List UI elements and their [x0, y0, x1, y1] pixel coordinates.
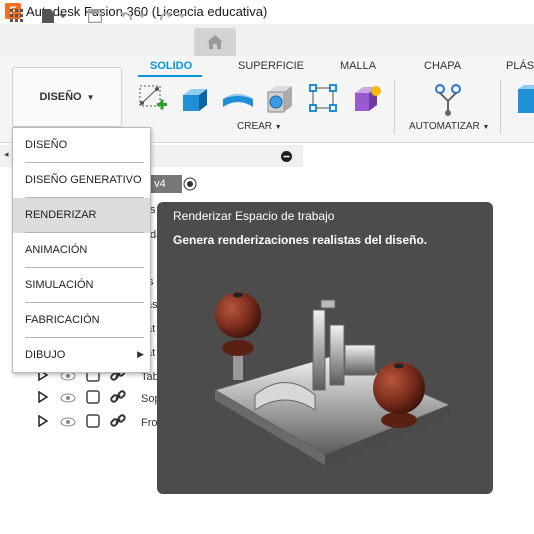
expand-arrow-icon[interactable] [38, 390, 49, 408]
chevron-down-icon: ▼ [482, 124, 490, 131]
tooltip-title: Renderizar Espacio de trabajo [173, 209, 335, 223]
browser-row[interactable]: Fro [0, 410, 160, 436]
minimize-icon[interactable] [281, 151, 292, 162]
save-icon[interactable] [86, 6, 104, 26]
automate-icon[interactable] [432, 83, 462, 116]
menu-item-diseno-generativo[interactable]: DISEÑO GENERATIVO [13, 163, 150, 198]
browser-row[interactable]: Sop [0, 386, 161, 412]
workspace-label: DISEÑO [39, 91, 82, 103]
menu-item-animacion[interactable]: ANIMACIÓN [13, 233, 150, 268]
create-form-icon[interactable] [351, 83, 381, 113]
workspace-dropdown-button[interactable]: DISEÑO ▼ [12, 67, 122, 127]
link-icon [110, 389, 126, 410]
menu-item-renderizar[interactable]: RENDERIZAR [13, 198, 150, 233]
eye-icon[interactable] [60, 414, 76, 432]
menu-item-simulacion[interactable]: SIMULACIÓN [13, 268, 150, 303]
plastic-tool-icon[interactable] [514, 83, 534, 113]
undo-icon[interactable] [118, 6, 148, 26]
home-icon [207, 35, 223, 49]
file-icon [42, 9, 67, 23]
tab-solido[interactable]: SOLIDO [150, 60, 192, 72]
extrude-icon[interactable] [179, 83, 209, 113]
create-sketch-icon[interactable] [137, 83, 167, 113]
activate-radio-icon[interactable] [183, 177, 197, 191]
quick-access-toolbar [0, 24, 534, 56]
ribbon-divider [394, 80, 395, 134]
link-icon [110, 413, 126, 434]
body-icon [86, 413, 100, 433]
automate-group-label[interactable]: AUTOMATIZAR ▼ [409, 121, 489, 132]
tab-plastico[interactable]: PLÁS [506, 60, 534, 72]
home-tab[interactable] [194, 28, 236, 56]
collapse-arrow-icon[interactable]: ◂ [4, 149, 9, 160]
tab-chapa[interactable]: CHAPA [424, 60, 461, 72]
menu-item-diseno[interactable]: DISEÑO [13, 128, 150, 163]
active-tab-indicator [138, 75, 202, 77]
create-group-label[interactable]: CREAR ▼ [237, 121, 282, 132]
eye-icon[interactable] [60, 390, 76, 408]
grid-icon[interactable] [8, 6, 26, 26]
tooltip-description: Genera renderizaciones realistas del dis… [173, 233, 428, 247]
revolve-icon[interactable] [221, 83, 253, 113]
pattern-icon[interactable] [308, 83, 338, 113]
tab-malla[interactable]: MALLA [340, 60, 376, 72]
body-icon [86, 389, 100, 409]
chevron-down-icon: ▼ [274, 124, 282, 131]
expand-arrow-icon[interactable] [38, 414, 49, 432]
menu-item-fabricacion[interactable]: FABRICACIÓN [13, 303, 150, 338]
ribbon-divider [500, 80, 501, 134]
hole-icon[interactable] [264, 83, 294, 113]
tab-superficie[interactable]: SUPERFICIE [238, 60, 304, 72]
browser-row-label: Fro [141, 417, 158, 429]
file-menu-button[interactable] [40, 6, 70, 26]
redo-icon[interactable] [158, 6, 188, 26]
submenu-arrow-icon: ▶ [137, 349, 144, 359]
workspace-menu: DISEÑO DISEÑO GENERATIVO RENDERIZAR ANIM… [12, 127, 151, 373]
router-plane-render-image [213, 292, 452, 465]
chevron-down-icon: ▼ [86, 92, 95, 102]
menu-item-dibujo[interactable]: DIBUJO ▶ [13, 338, 150, 373]
